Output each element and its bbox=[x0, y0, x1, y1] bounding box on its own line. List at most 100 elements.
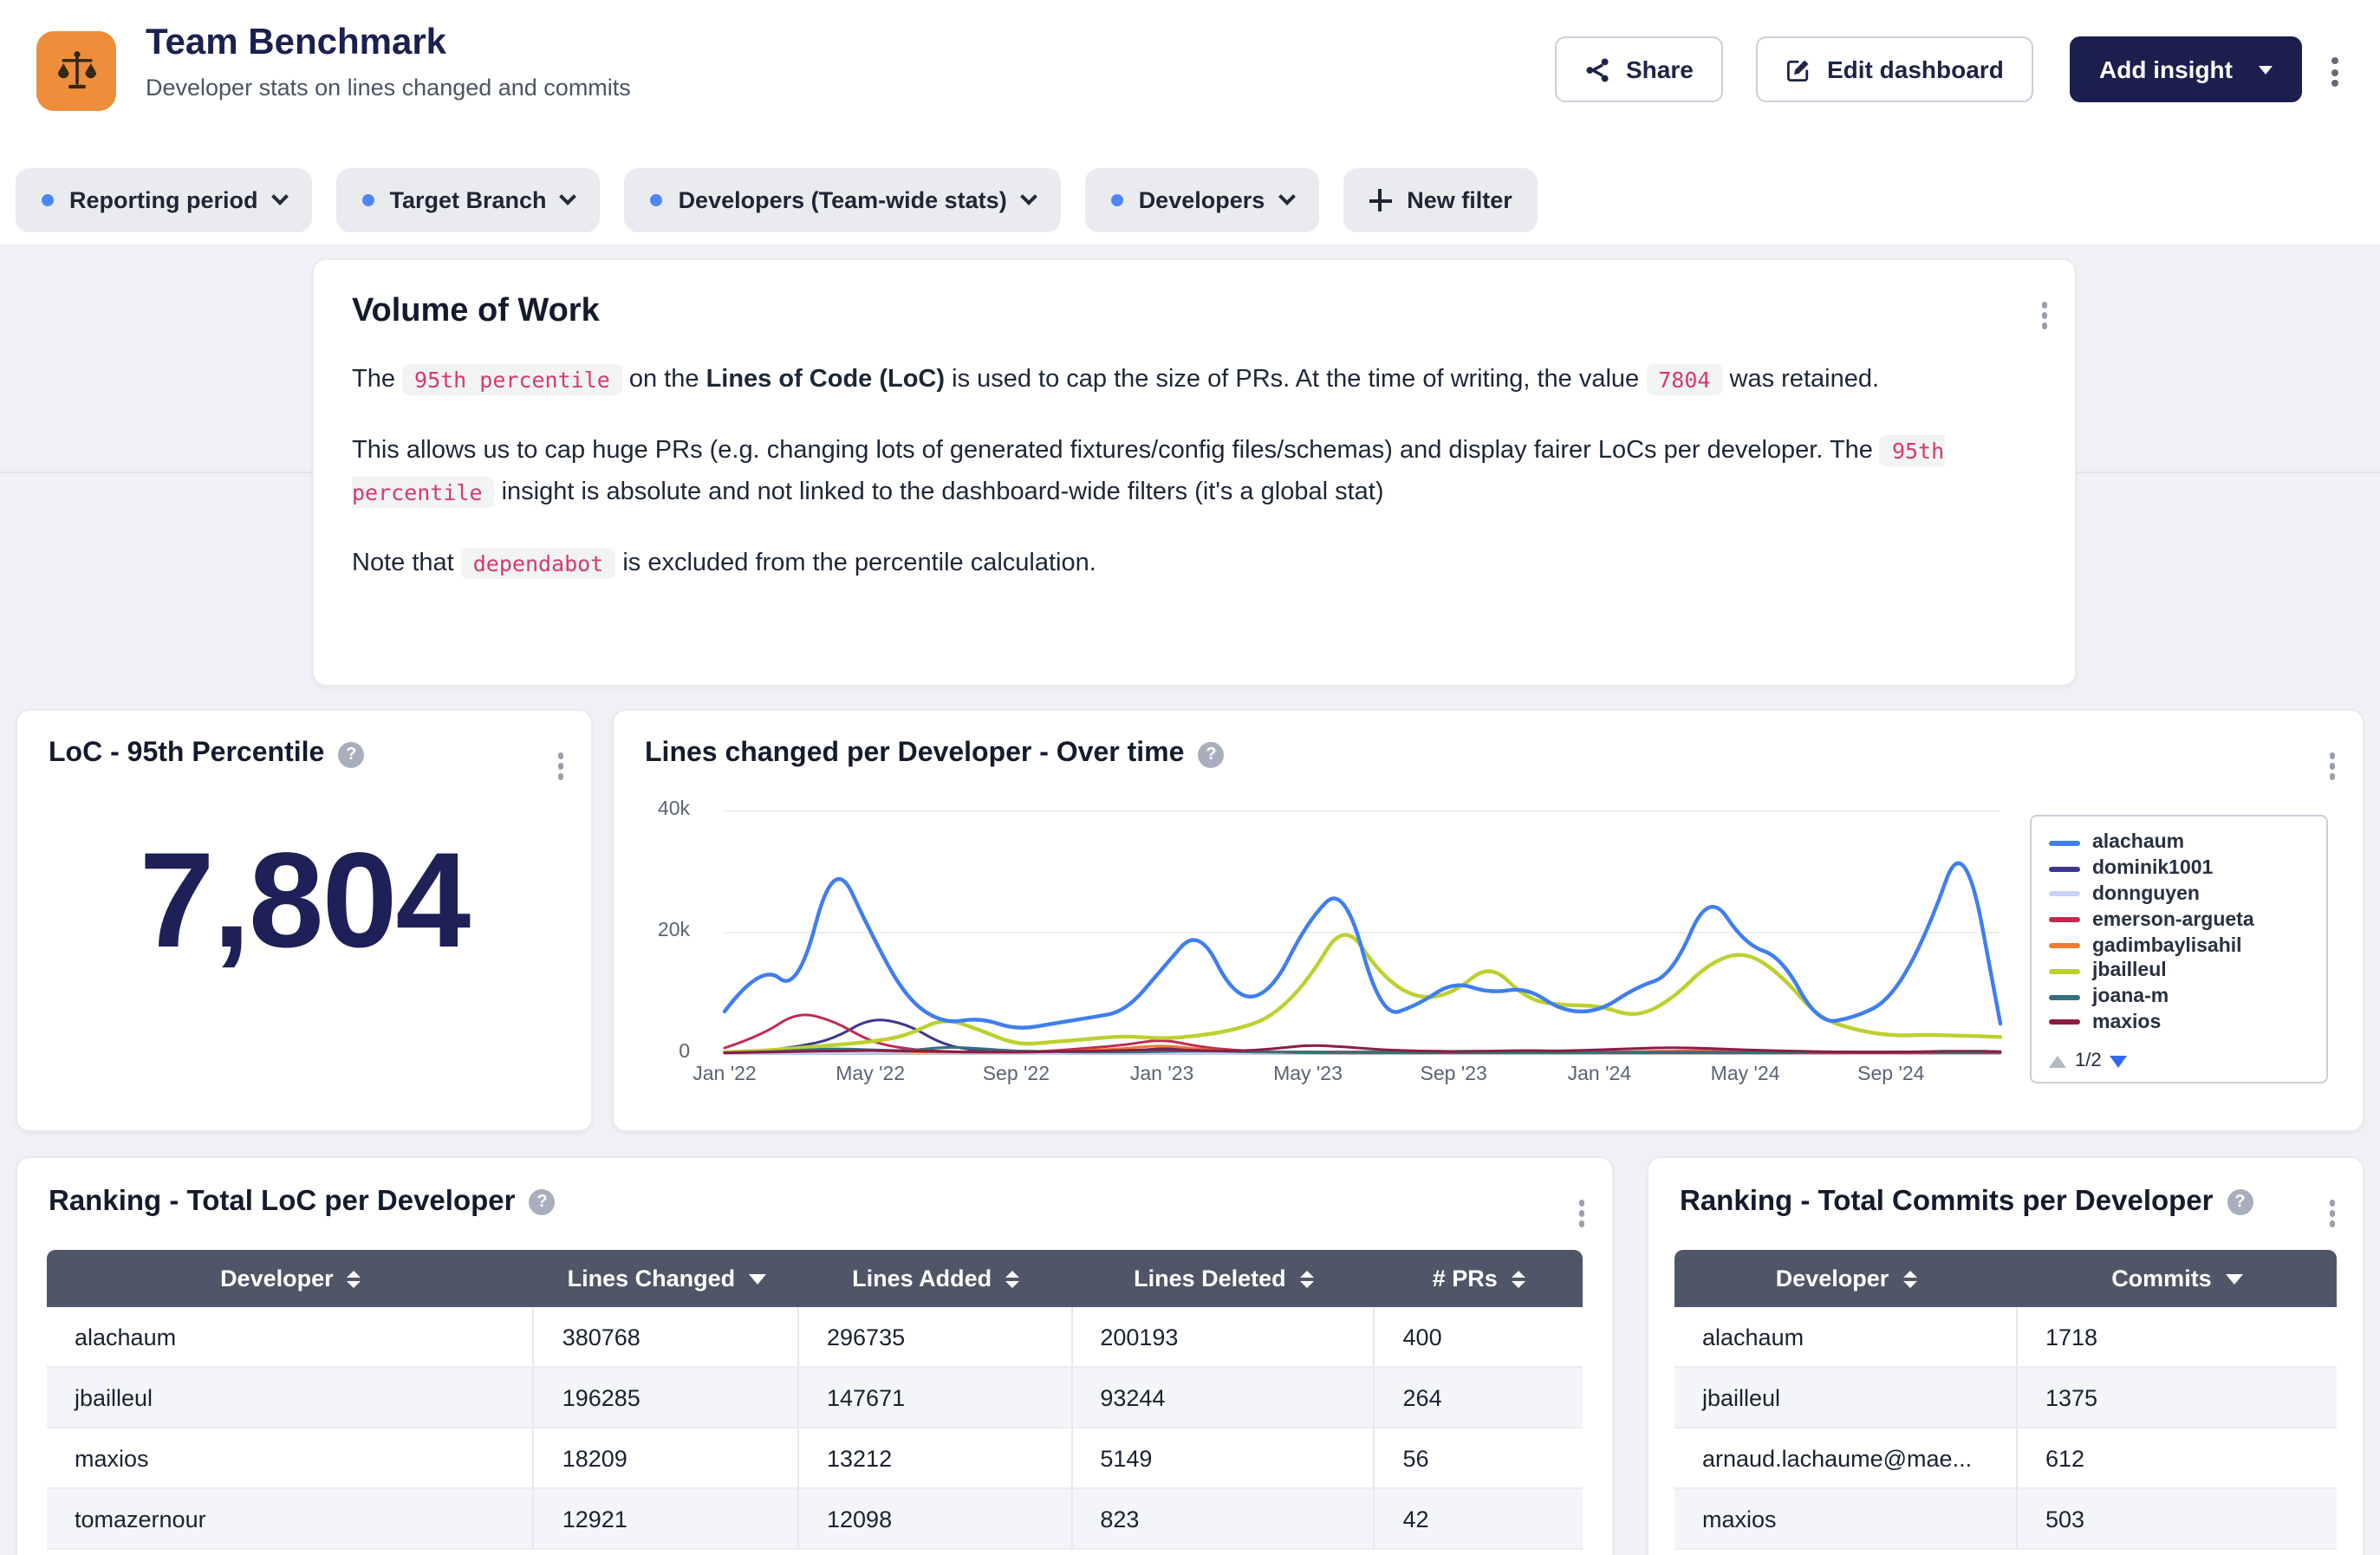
table-cell: 200193 bbox=[1072, 1307, 1375, 1366]
filter-label: Reporting period bbox=[69, 187, 258, 213]
text-segment: This allows us to cap huge PRs (e.g. cha… bbox=[352, 437, 1880, 465]
x-tick-label: Sep '22 bbox=[983, 1064, 1050, 1085]
filter-label: Target Branch bbox=[390, 187, 547, 213]
table-cell: 196285 bbox=[535, 1368, 799, 1427]
legend-item[interactable]: donnguyen bbox=[2049, 882, 2309, 908]
filter-developers[interactable]: Developers bbox=[1085, 168, 1319, 232]
column-label: Developer bbox=[220, 1265, 334, 1291]
share-button[interactable]: Share bbox=[1555, 36, 1723, 102]
table-row: jbailleul1375 bbox=[1674, 1368, 2337, 1428]
table-header: Developer Commits bbox=[1674, 1250, 2337, 1307]
new-filter-button[interactable]: New filter bbox=[1343, 168, 1538, 232]
legend-series-name: jbailleul bbox=[2092, 961, 2167, 982]
table-cell: 12098 bbox=[799, 1489, 1072, 1548]
new-filter-label: New filter bbox=[1407, 187, 1512, 213]
table-row: jbailleul19628514767193244264 bbox=[47, 1368, 1583, 1428]
table-cell: tomazernour bbox=[47, 1489, 535, 1548]
card-kebab-menu[interactable] bbox=[550, 745, 570, 786]
legend-items: alachaumdominik1001donnguyenemerson-argu… bbox=[2049, 830, 2309, 1045]
text-segment: is used to cap the size of PRs. At the t… bbox=[945, 366, 1646, 394]
x-tick-label: May '23 bbox=[1273, 1064, 1343, 1085]
filter-developers-team-wide[interactable]: Developers (Team-wide stats) bbox=[625, 168, 1061, 232]
column-header-commits[interactable]: Commits bbox=[2018, 1250, 2337, 1307]
legend-page-up-icon[interactable] bbox=[2049, 1055, 2066, 1067]
header-kebab-menu[interactable] bbox=[2325, 50, 2345, 94]
table-cell: 147671 bbox=[799, 1368, 1072, 1427]
text-segment: insight is absolute and not linked to th… bbox=[495, 478, 1384, 506]
help-icon[interactable] bbox=[2227, 1189, 2253, 1215]
loc-percentile-card: LoC - 95th Percentile 7,804 bbox=[16, 709, 593, 1132]
legend-page-down-icon[interactable] bbox=[2110, 1055, 2128, 1067]
filter-reporting-period[interactable]: Reporting period bbox=[16, 168, 312, 232]
column-label: Developer bbox=[1776, 1265, 1889, 1291]
legend-item[interactable]: jbailleul bbox=[2049, 959, 2309, 985]
table-cell: 42 bbox=[1375, 1489, 1583, 1548]
legend-swatch bbox=[2049, 1020, 2080, 1025]
x-tick-label: Jan '24 bbox=[1568, 1064, 1631, 1085]
table-cell: 380768 bbox=[535, 1307, 799, 1366]
column-header-developer[interactable]: Developer bbox=[1674, 1250, 2018, 1307]
y-tick-label: 20k bbox=[658, 921, 690, 941]
table-row: alachaum380768296735200193400 bbox=[47, 1307, 1583, 1368]
legend-pagination: 1/2 bbox=[2049, 1045, 2309, 1071]
card-kebab-menu[interactable] bbox=[2322, 1193, 2342, 1233]
column-label: Lines Deleted bbox=[1134, 1265, 1286, 1291]
table-row: arnaud.lachaume@mae...612 bbox=[1674, 1428, 2337, 1489]
card-title: LoC - 95th Percentile bbox=[49, 738, 324, 770]
legend-item[interactable]: dominik1001 bbox=[2049, 856, 2309, 882]
x-tick-label: Sep '24 bbox=[1857, 1064, 1924, 1085]
column-header-lines-deleted[interactable]: Lines Deleted bbox=[1072, 1250, 1375, 1307]
code-chip: dependabot bbox=[461, 547, 616, 578]
legend-series-name: joana-m bbox=[2092, 986, 2169, 1007]
page-subtitle: Developer stats on lines changed and com… bbox=[146, 75, 631, 101]
volume-of-work-card: Volume of Work The 95th percentile on th… bbox=[312, 258, 2077, 686]
legend-item[interactable]: alachaum bbox=[2049, 830, 2309, 856]
filter-target-branch[interactable]: Target Branch bbox=[336, 168, 601, 232]
table-cell: 823 bbox=[1072, 1489, 1375, 1548]
add-insight-button[interactable]: Add insight bbox=[2070, 36, 2302, 102]
text-segment: was retained. bbox=[1722, 366, 1879, 394]
add-insight-label: Add insight bbox=[2099, 55, 2233, 83]
card-kebab-menu[interactable] bbox=[1571, 1193, 1591, 1233]
code-chip: 7804 bbox=[1646, 363, 1722, 394]
code-chip: 95th percentile bbox=[402, 363, 622, 394]
table-cell: arnaud.lachaume@mae... bbox=[1674, 1428, 2018, 1487]
help-icon[interactable] bbox=[529, 1189, 555, 1215]
lines-changed-chart-card: Lines changed per Developer - Over time … bbox=[612, 709, 2364, 1132]
column-header--prs[interactable]: # PRs bbox=[1375, 1250, 1583, 1307]
y-tick-label: 0 bbox=[679, 1042, 690, 1063]
column-header-lines-changed[interactable]: Lines Changed bbox=[535, 1250, 799, 1307]
plus-icon bbox=[1369, 189, 1391, 211]
legend-item[interactable]: emerson-argueta bbox=[2049, 908, 2309, 934]
scales-icon bbox=[36, 31, 116, 111]
volume-paragraph-3: Note that dependabot is excluded from th… bbox=[352, 543, 2037, 584]
table-cell: 612 bbox=[2018, 1428, 2337, 1487]
legend-swatch bbox=[2049, 943, 2080, 948]
table-cell: 12921 bbox=[535, 1489, 799, 1548]
table-cell: jbailleul bbox=[47, 1368, 535, 1427]
column-header-developer[interactable]: Developer bbox=[47, 1250, 535, 1307]
loc-percentile-value: 7,804 bbox=[17, 822, 591, 979]
table-cell: 13212 bbox=[799, 1428, 1072, 1487]
bold-text: Lines of Code (LoC) bbox=[706, 366, 946, 394]
table-row: maxios1820913212514956 bbox=[47, 1428, 1583, 1489]
legend-swatch bbox=[2049, 892, 2080, 897]
x-tick-label: Jan '23 bbox=[1130, 1064, 1193, 1085]
volume-paragraph-2: This allows us to cap huge PRs (e.g. cha… bbox=[352, 430, 2037, 513]
legend-item[interactable]: maxios bbox=[2049, 1010, 2309, 1036]
sort-both-icon bbox=[1005, 1270, 1019, 1287]
share-button-label: Share bbox=[1626, 55, 1694, 83]
card-kebab-menu[interactable] bbox=[2034, 295, 2054, 335]
legend-item[interactable]: gadimbaylisahil bbox=[2049, 933, 2309, 959]
text-segment: on the bbox=[622, 366, 706, 394]
legend-swatch bbox=[2049, 841, 2080, 846]
column-header-lines-added[interactable]: Lines Added bbox=[799, 1250, 1072, 1307]
legend-item[interactable]: joana-m bbox=[2049, 985, 2309, 1011]
legend-swatch bbox=[2049, 866, 2080, 871]
help-icon[interactable] bbox=[338, 741, 364, 767]
table-cell: jbailleul bbox=[1674, 1368, 2018, 1427]
loc-ranking-table: Developer Lines ChangedLines Added Lines D… bbox=[47, 1250, 1583, 1550]
table-cell: 400 bbox=[1375, 1307, 1583, 1366]
edit-dashboard-button[interactable]: Edit dashboard bbox=[1756, 36, 2033, 102]
legend-page-indicator: 1/2 bbox=[2075, 1051, 2102, 1071]
